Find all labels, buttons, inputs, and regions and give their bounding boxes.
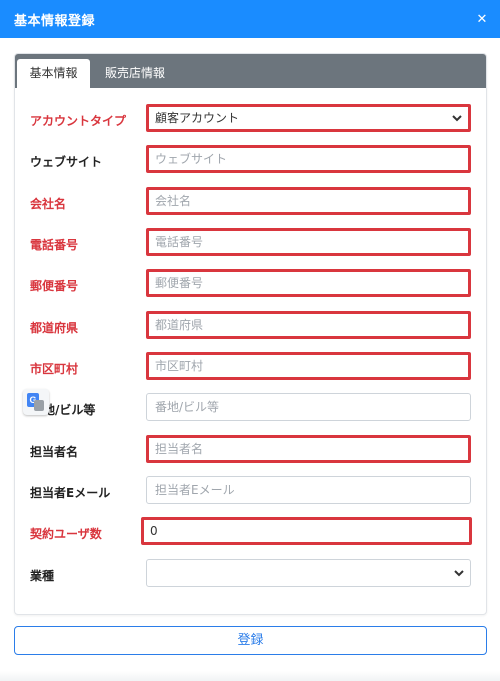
contact-email-input[interactable]	[146, 476, 471, 504]
company-input[interactable]	[146, 187, 471, 215]
user-count-label: 契約ユーザ数	[30, 527, 102, 541]
user-count-input[interactable]	[141, 517, 472, 545]
modal-bottom-edge	[0, 671, 500, 681]
phone-input[interactable]	[146, 228, 471, 256]
row-user-count: 契約ユーザ数	[15, 517, 486, 549]
contact-email-label: 担当者Eメール	[30, 486, 111, 500]
modal-title-bar: 基本情報登録 ✕	[0, 0, 500, 38]
tab-strip: 基本情報 販売店情報	[15, 54, 486, 88]
row-contact-name: 担当者名	[15, 435, 486, 467]
chevron-down-icon	[452, 115, 462, 122]
row-address: 地/ビル等 G	[15, 389, 486, 425]
row-postal: 郵便番号	[15, 269, 486, 301]
row-city: 市区町村	[15, 352, 486, 384]
prefecture-label: 都道府県	[30, 321, 79, 335]
registration-modal: 基本情報登録 ✕ 基本情報 販売店情報 アカウントタイプ 顧客アカウント ウェブ…	[0, 0, 500, 681]
row-industry: 業種	[15, 559, 486, 591]
website-input[interactable]	[146, 145, 471, 173]
address-label: 地/ビル等	[43, 403, 96, 417]
row-company: 会社名	[15, 187, 486, 219]
row-website: ウェブサイト	[15, 145, 486, 177]
industry-label: 業種	[30, 569, 55, 583]
prefecture-input[interactable]	[146, 311, 471, 339]
row-phone: 電話番号	[15, 228, 486, 260]
submit-button[interactable]: 登録	[14, 626, 487, 655]
google-translate-icon[interactable]: G	[23, 389, 49, 415]
contact-name-label: 担当者名	[30, 445, 79, 459]
phone-label: 電話番号	[30, 238, 79, 252]
address-input[interactable]	[146, 393, 471, 421]
form-card: 基本情報 販売店情報 アカウントタイプ 顧客アカウント ウェブサイト 会社名 電…	[14, 53, 487, 615]
row-account-type: アカウントタイプ 顧客アカウント	[15, 104, 486, 136]
close-icon[interactable]: ✕	[474, 12, 490, 28]
account-type-select[interactable]: 顧客アカウント	[146, 104, 471, 132]
industry-select[interactable]	[146, 559, 471, 587]
postal-label: 郵便番号	[30, 279, 79, 293]
row-contact-email: 担当者Eメール	[15, 476, 486, 508]
city-label: 市区町村	[30, 362, 79, 376]
contact-name-input[interactable]	[146, 435, 471, 463]
chevron-down-icon	[454, 570, 464, 577]
row-prefecture: 都道府県	[15, 311, 486, 343]
tab-basic-info[interactable]: 基本情報	[17, 59, 90, 88]
city-input[interactable]	[146, 352, 471, 380]
account-type-value: 顧客アカウント	[155, 111, 240, 125]
company-label: 会社名	[30, 197, 67, 211]
tab-dealer-info[interactable]: 販売店情報	[95, 59, 175, 88]
modal-title: 基本情報登録	[14, 14, 96, 29]
postal-input[interactable]	[146, 269, 471, 297]
account-type-label: アカウントタイプ	[30, 114, 127, 128]
website-label: ウェブサイト	[30, 155, 103, 169]
